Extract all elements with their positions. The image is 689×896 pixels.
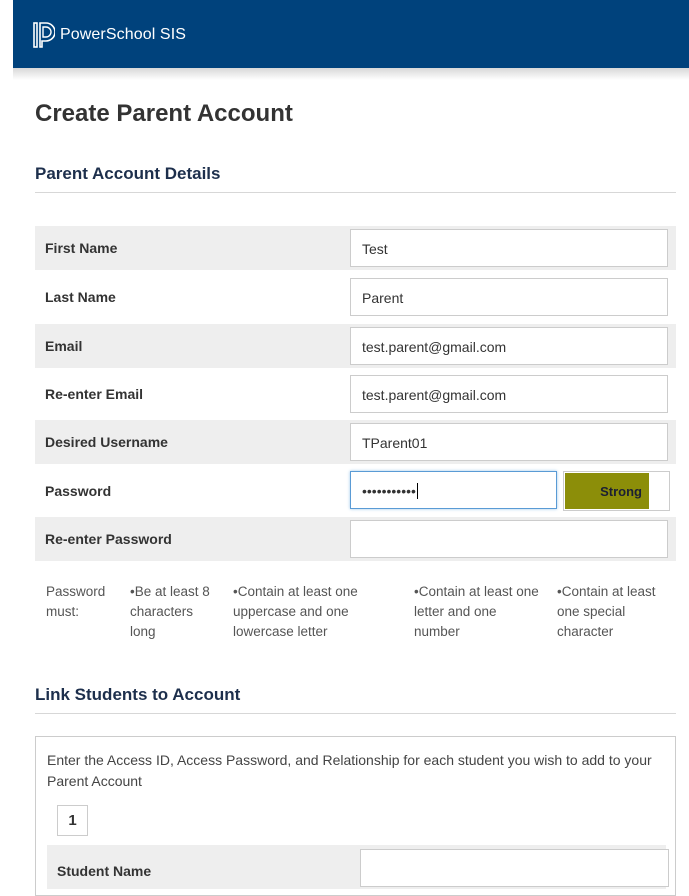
password-rules-intro: Password must: bbox=[46, 584, 106, 619]
field-label: First Name bbox=[45, 240, 118, 256]
last-name-input[interactable]: Parent bbox=[350, 278, 668, 316]
form-row-last-name: Last Name bbox=[35, 275, 335, 319]
password-strength-meter: Strong bbox=[563, 471, 670, 511]
form-row-reenter-password: Re-enter Password bbox=[35, 517, 335, 561]
section-divider bbox=[35, 713, 676, 714]
powerschool-logo-icon bbox=[33, 22, 55, 48]
student-name-label: Student Name bbox=[57, 863, 152, 879]
password-rule-item: •Be at least 8 characters long bbox=[130, 584, 210, 639]
field-label: Re-enter Password bbox=[45, 531, 172, 547]
password-strength-bar: Strong bbox=[565, 473, 649, 509]
student-number-badge: 1 bbox=[57, 805, 88, 836]
form-row-password: Password bbox=[35, 469, 335, 513]
reenter-email-input[interactable]: test.parent@gmail.com bbox=[350, 375, 668, 413]
link-students-panel: Enter the Access ID, Access Password, an… bbox=[35, 736, 676, 896]
email-input[interactable]: test.parent@gmail.com bbox=[350, 327, 668, 365]
field-label: Desired Username bbox=[45, 434, 168, 450]
form-row-username: Desired Username bbox=[35, 420, 335, 464]
password-mask: ••••••••••• bbox=[362, 483, 416, 499]
form-row-reenter-email: Re-enter Email bbox=[35, 372, 335, 416]
student-name-input[interactable] bbox=[360, 849, 669, 887]
header-shadow bbox=[13, 68, 689, 80]
app-title[interactable]: PowerSchool SIS bbox=[60, 26, 186, 44]
password-rule-item: •Contain at least one special character bbox=[557, 584, 656, 639]
username-input[interactable]: TParent01 bbox=[350, 423, 668, 461]
password-rule-item: •Contain at least one letter and one num… bbox=[414, 584, 539, 639]
field-label: Last Name bbox=[45, 289, 116, 305]
left-gutter bbox=[0, 0, 13, 873]
section-divider bbox=[35, 192, 676, 193]
app-header: PowerSchool SIS bbox=[13, 0, 689, 68]
page-title: Create Parent Account bbox=[35, 100, 293, 127]
page-frame: PowerSchool SIS Create Parent Account Pa… bbox=[0, 0, 689, 896]
form-row-first-name: First Name bbox=[35, 226, 335, 270]
first-name-input[interactable]: Test bbox=[350, 229, 668, 267]
field-label: Email bbox=[45, 338, 83, 354]
text-caret bbox=[416, 483, 418, 499]
section-title-account-details: Parent Account Details bbox=[35, 164, 221, 183]
section-title-link-students: Link Students to Account bbox=[35, 685, 241, 704]
field-label: Password bbox=[45, 483, 112, 499]
form-row-email: Email bbox=[35, 324, 335, 368]
link-instructions: Enter the Access ID, Access Password, an… bbox=[47, 752, 652, 789]
student-name-row: Student Name bbox=[47, 845, 669, 889]
password-rule-item: •Contain at least one uppercase and one … bbox=[233, 584, 358, 639]
password-input[interactable]: ••••••••••• bbox=[350, 471, 557, 509]
reenter-password-input[interactable] bbox=[350, 520, 668, 558]
field-label: Re-enter Email bbox=[45, 386, 144, 402]
password-strength-label: Strong bbox=[600, 484, 642, 499]
